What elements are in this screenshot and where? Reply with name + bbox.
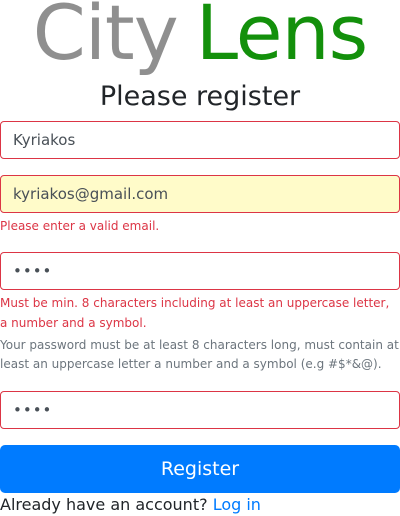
page-title: Please register [99, 81, 301, 112]
email-field[interactable]: kyriakos@gmail.com [0, 175, 400, 213]
confirm-password-field[interactable]: •••• [0, 391, 400, 429]
logo-city-text: City [32, 0, 179, 77]
login-prompt: Already have an account? Log in [0, 494, 261, 516]
password-field[interactable]: •••• [0, 252, 400, 290]
login-prompt-text: Already have an account? [0, 495, 208, 514]
email-error-message: Please enter a valid email. [0, 219, 160, 233]
password-help-text: Your password must be at least 8 charact… [0, 338, 399, 371]
app-logo: City Lens [0, 0, 400, 78]
username-field[interactable]: Kyriakos [0, 121, 400, 159]
logo-lens-text: Lens [195, 0, 369, 77]
login-link[interactable]: Log in [213, 495, 261, 514]
password-error-message: Must be min. 8 characters including at l… [0, 296, 390, 330]
register-button[interactable]: Register [0, 445, 400, 493]
